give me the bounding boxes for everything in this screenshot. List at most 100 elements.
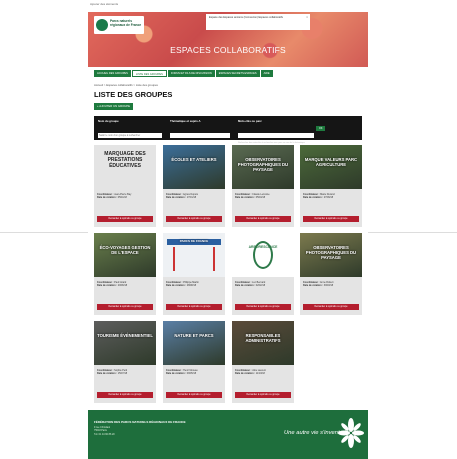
join-group-button[interactable]: Demander à rejoindre ce groupe [97, 216, 153, 222]
join-group-button[interactable]: Demander à rejoindre ce groupe [166, 392, 222, 398]
nav-item[interactable]: ACCUEIL DES GROUPES [94, 70, 131, 77]
group-card-meta: Coordinateur : Julie Laurent Date de créa… [235, 369, 291, 376]
brand-logo-text: Parcs naturels régionaux de France [110, 19, 142, 27]
group-card-image[interactable]: ÉCOLES ET ATELIERS [163, 145, 225, 189]
close-icon[interactable]: × [306, 15, 308, 19]
join-group-button[interactable]: Demander à rejoindre ce groupe [235, 304, 291, 310]
group-card-title: MARQUE VALEURS PARC AGRICULTURE [304, 157, 358, 167]
group-card[interactable]: RESPONSABLES ADMINISTRATIFS Coordinateur … [232, 321, 294, 403]
group-card-image[interactable]: ARBORESCENCE [232, 233, 294, 277]
group-card-meta: Coordinateur : Luc Bernard Date de créati… [235, 281, 291, 288]
group-card[interactable]: TOURISME ÉVÉNEMENTIEL Coordinateur : Soph… [94, 321, 156, 403]
date-value: 20/06/18 [117, 284, 128, 288]
group-card-title: NATURE ET PARCS [174, 333, 214, 338]
group-card-image[interactable]: OBSERVATOIRES PHOTOGRAPHIQUES DU PAYSAGE [232, 145, 294, 189]
group-card[interactable]: ÉCO-VOYAGES GESTION DE L'ESPACE Coordinat… [94, 233, 156, 315]
footer-address: 9 rue Christiani 75018 Paris Tél. 01 44 … [94, 426, 115, 436]
group-card-image[interactable]: MARQUE VALEURS PARC AGRICULTURE [300, 145, 362, 189]
join-group-button[interactable]: Demander à rejoindre ce groupe [303, 216, 359, 222]
group-card-image[interactable]: NATURE ET PARCS [163, 321, 225, 365]
nav-item[interactable]: ESPACES SECRETS ESPACES [215, 70, 260, 77]
site-footer: FÉDÉRATION DES PARCS NATURELS RÉGIONAUX … [88, 410, 368, 459]
group-card-title: ARBORESCENCE [248, 245, 278, 249]
join-group-button[interactable]: Demander à rejoindre ce groupe [97, 392, 153, 398]
join-group-button[interactable]: Demander à rejoindre ce groupe [235, 216, 291, 222]
add-group-button[interactable]: + AJOUTER UN GROUPE [94, 103, 134, 110]
nav-item[interactable]: LISTE DES GROUPES [131, 70, 167, 77]
join-group-button[interactable]: Demander à rejoindre ce groupe [166, 304, 222, 310]
group-card-meta: Coordinateur : Agnès Dupuis Date de créat… [166, 193, 222, 200]
filter-name-group: Nom du groupe [98, 119, 162, 141]
thematic-input[interactable] [170, 133, 230, 138]
brand-logo[interactable]: Parcs naturels régionaux de France [94, 16, 144, 34]
group-card-image[interactable]: PARCS DE FRANCE [163, 233, 225, 277]
page-container: Parcs naturels régionaux de France Espac… [88, 12, 368, 459]
date-label: Date de création : [303, 284, 324, 288]
filter-keywords-label: Mots-clés ou parc [238, 119, 262, 123]
group-card-title: OBSERVATOIRES PHOTOGRAPHIQUES DU PAYSAGE [305, 245, 357, 260]
group-card[interactable]: OBSERVATOIRES PHOTOGRAPHIQUES DU PAYSAGE… [232, 145, 294, 227]
date-value: 02/02/18 [255, 284, 266, 288]
group-card[interactable]: OBSERVATOIRES PHOTOGRAPHIQUES DU PAYSAGE… [300, 233, 362, 315]
parc-leaf-icon [96, 19, 108, 31]
date-label: Date de création : [303, 196, 324, 200]
date-value: 05/04/18 [255, 196, 266, 200]
date-value: 28/08/18 [186, 284, 197, 288]
group-card-meta: Coordinateur : Sophie Petit Date de créat… [97, 369, 153, 376]
group-card[interactable]: PARCS DE FRANCE Coordinateur : Philippe M… [163, 233, 225, 315]
date-value: 17/01/18 [186, 196, 197, 200]
group-card-image[interactable]: TOURISME ÉVÉNEMENTIEL [94, 321, 156, 365]
filter-thematic-label: Thématique et sujets A [170, 119, 201, 123]
date-value: 09/05/18 [186, 372, 197, 376]
nav-item[interactable]: FORUM ET FILS DE DISCUSSION [167, 70, 215, 77]
footer-phone: Tél. 01 44 90 86 20 [94, 432, 115, 436]
group-card-image[interactable]: ÉCO-VOYAGES GESTION DE L'ESPACE [94, 233, 156, 277]
group-card[interactable]: ÉCOLES ET ATELIERS Coordinateur : Agnès D… [163, 145, 225, 227]
filter-name-label: Nom du groupe [98, 119, 119, 123]
notice-text: Espace des Espaces anciens (Connexion) E… [209, 16, 283, 19]
footer-org-name: FÉDÉRATION DES PARCS NATURELS RÉGIONAUX … [94, 420, 186, 424]
nav-item[interactable]: AIDE [260, 70, 273, 77]
date-value: 05/11/18 [117, 196, 127, 200]
main-nav: ACCUEIL DES GROUPES LISTE DES GROUPES FORU… [94, 70, 273, 77]
join-group-button[interactable]: Demander à rejoindre ce groupe [166, 216, 222, 222]
group-card-meta: Coordinateur : Henri Moreau Date de créat… [166, 369, 222, 376]
group-card-title: RESPONSABLES ADMINISTRATIFS [245, 333, 281, 343]
site-title: ESPACES COLLABORATIFS [170, 45, 286, 55]
filter-thematic-group: Thématique et sujets A [170, 119, 230, 141]
join-group-button[interactable]: Demander à rejoindre ce groupe [303, 304, 359, 310]
group-card-image[interactable]: RESPONSABLES ADMINISTRATIFS [232, 321, 294, 365]
group-card-image[interactable]: MARQUAGE DES PRESTATIONS ÉDUCATIVES [94, 145, 156, 189]
date-value: 15/07/18 [117, 372, 128, 376]
search-button[interactable]: OK [316, 126, 326, 131]
date-label: Date de création : [166, 372, 187, 376]
group-card-title: MARQUAGE DES PRESTATIONS ÉDUCATIVES [104, 151, 146, 169]
browser-top-strip: Ajouter des éléments [0, 0, 457, 12]
filter-keywords-group: Mots-clés ou parc Rechercher des mots-cl… [238, 119, 314, 144]
group-card-meta: Coordinateur : Anne Robert Date de créati… [303, 281, 359, 288]
group-card-image[interactable]: OBSERVATOIRES PHOTOGRAPHIQUES DU PAYSAGE [300, 233, 362, 277]
group-card[interactable]: MARQUE VALEURS PARC AGRICULTURE Coordinat… [300, 145, 362, 227]
top-strip-text: Ajouter des éléments [90, 2, 119, 6]
group-card[interactable]: ARBORESCENCE Coordinateur : Luc Bernard Da… [232, 233, 294, 315]
group-card-meta: Coordinateur : Claude Lemoine Date de cré… [235, 193, 291, 200]
group-card[interactable]: MARQUAGE DES PRESTATIONS ÉDUCATIVES Coord… [94, 145, 156, 227]
group-card[interactable]: NATURE ET PARCS Coordinateur : Henri More… [163, 321, 225, 403]
date-label: Date de création : [97, 284, 118, 288]
filter-bar: Nom du groupe Thématique et sujets A Mot… [94, 116, 362, 144]
group-card-title: ÉCO-VOYAGES GESTION DE L'ESPACE [99, 245, 151, 255]
keywords-input[interactable] [238, 133, 314, 138]
date-value: 30/03/18 [323, 284, 334, 288]
filter-keywords-hint: Rechercher des mots-clés à rechercher av… [238, 142, 305, 144]
group-card-title: PARCS DE FRANCE [179, 239, 209, 243]
page-divider-right [368, 232, 457, 233]
join-group-button[interactable]: Demander à rejoindre ce groupe [235, 392, 291, 398]
group-card-title: TOURISME ÉVÉNEMENTIEL [97, 333, 153, 338]
group-card-meta: Coordinateur : Philippe Martin Date de cr… [166, 281, 222, 288]
parc-flower-logo-icon [338, 418, 364, 448]
date-label: Date de création : [166, 284, 187, 288]
group-name-input[interactable] [98, 133, 162, 138]
group-card-meta: Coordinateur : Paul Girard Date de créati… [97, 281, 153, 288]
join-group-button[interactable]: Demander à rejoindre ce groupe [97, 304, 153, 310]
date-label: Date de création : [97, 196, 118, 200]
